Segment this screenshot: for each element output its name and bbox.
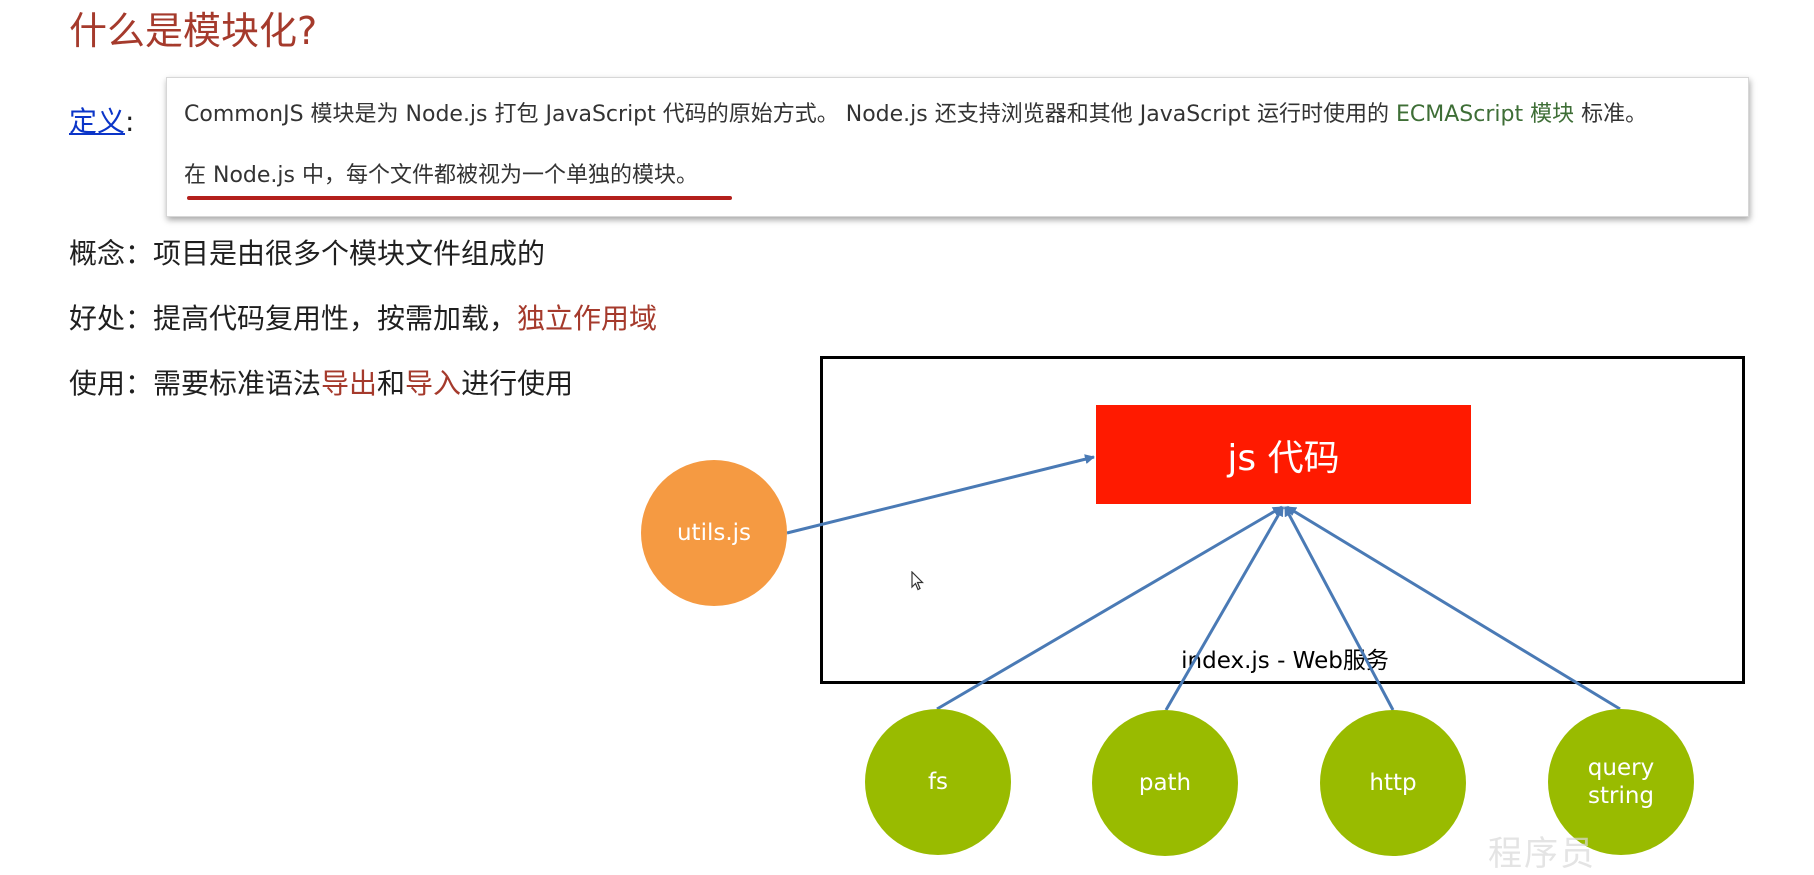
querystring-module-label: query string [1587, 755, 1655, 809]
highlight-underline [187, 196, 732, 200]
bullet-usage-import: 导入 [405, 367, 462, 400]
bullet-usage-and: 和 [377, 367, 406, 400]
path-module-label: path [1138, 770, 1192, 796]
bullet-usage: 使用：需要标准语法导出和导入进行使用 [69, 364, 573, 404]
bullet-concept: 概念：项目是由很多个模块文件组成的 [69, 237, 546, 270]
bullet-usage-suffix: 进行使用 [461, 367, 574, 400]
definition-text-part1: CommonJS 模块是为 Node.js 打包 JavaScript 代码的原… [184, 102, 1397, 127]
utils-js-label: utils.js [676, 520, 752, 546]
bullet-benefit-text: 好处：提高代码复用性，按需加载， [69, 302, 518, 335]
definition-colon: : [125, 105, 135, 138]
page-title: 什么是模块化? [69, 9, 318, 53]
bullet-benefit-highlight: 独立作用域 [517, 302, 658, 335]
definition-text-part2: 标准。 [1574, 102, 1648, 127]
ecmascript-modules-link[interactable]: ECMAScript 模块 [1396, 102, 1574, 127]
definition-link[interactable]: 定义 [69, 105, 125, 138]
http-module-label: http [1369, 770, 1417, 796]
watermark: 程序员 [1488, 834, 1596, 874]
mouse-cursor-icon [911, 571, 924, 591]
fs-module-label: fs [927, 769, 949, 795]
definition-label: 定义: [69, 102, 134, 142]
http-module-node: http [1320, 710, 1466, 856]
fs-module-node: fs [865, 709, 1011, 855]
frame-label: index.js - Web服务 [1181, 648, 1389, 674]
utils-js-node: utils.js [641, 460, 787, 606]
bullet-usage-prefix: 使用：需要标准语法 [69, 367, 322, 400]
definition-box: CommonJS 模块是为 Node.js 打包 JavaScript 代码的原… [166, 77, 1749, 217]
definition-text-line2: 在 Node.js 中，每个文件都被视为一个单独的模块。 [184, 163, 698, 188]
js-code-box: js 代码 [1096, 405, 1471, 504]
bullet-usage-export: 导出 [321, 367, 378, 400]
bullet-benefit: 好处：提高代码复用性，按需加载，独立作用域 [69, 299, 657, 339]
path-module-node: path [1092, 710, 1238, 856]
definition-text-line1: CommonJS 模块是为 Node.js 打包 JavaScript 代码的原… [184, 100, 1647, 130]
